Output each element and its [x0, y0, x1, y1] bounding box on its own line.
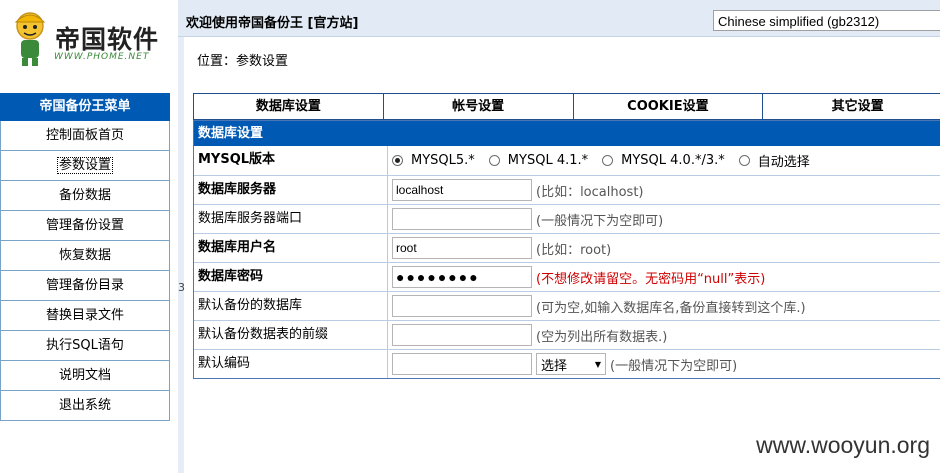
- field-label: 数据库服务器端口: [194, 205, 388, 233]
- top-bar: 欢迎使用帝国备份王 [官方站] Chinese simplified (gb23…: [178, 0, 940, 37]
- frame-divider: [178, 0, 184, 473]
- logo: 帝国软件 WWW.PHOME.NET: [0, 0, 178, 92]
- settings-row-default-db: 默认备份的数据库 (可为空,如输入数据库名,备份直接转到这个库.): [194, 291, 940, 320]
- sidebar-item-label: 参数设置: [56, 157, 113, 174]
- settings-row-table-prefix: 默认备份数据表的前缀 (空为列出所有数据表.): [194, 320, 940, 349]
- brand-name: 帝国软件: [55, 25, 160, 54]
- db-host-input[interactable]: localhost: [392, 179, 532, 201]
- settings-row-db-port: 数据库服务器端口 (一般情况下为空即可): [194, 204, 940, 233]
- sidebar-menu-title: 帝国备份王菜单: [0, 93, 170, 121]
- sidebar-item-label: 说明文档: [58, 368, 111, 383]
- sidebar-item-logout[interactable]: 退出系统: [0, 391, 170, 421]
- field-label: 默认编码: [194, 350, 388, 378]
- field-label: 数据库服务器: [194, 176, 388, 204]
- field-hint: (比如：root): [536, 242, 612, 258]
- sidebar-item-label: 管理备份目录: [45, 278, 124, 293]
- sidebar-item-label: 控制面板首页: [45, 128, 124, 143]
- radio-label: MYSQL 4.0.*/3.*: [621, 153, 725, 168]
- breadcrumb: 位置：参数设置: [197, 54, 289, 69]
- sidebar-item-docs[interactable]: 说明文档: [0, 361, 170, 391]
- field-hint: (一般情况下为空即可): [610, 358, 738, 374]
- field-label: 默认备份数据表的前缀: [194, 321, 388, 349]
- mascot-logo-icon: [14, 12, 46, 66]
- db-password-input[interactable]: ●●●●●●●●: [392, 266, 532, 288]
- field-label: MYSQL版本: [194, 146, 388, 175]
- stray-text: 3: [178, 281, 185, 294]
- field-hint: (比如：localhost): [536, 184, 644, 200]
- chevron-down-icon: ▼: [594, 359, 601, 369]
- radio-mysql40[interactable]: MYSQL 4.0.*/3.*: [602, 153, 725, 168]
- charset-input[interactable]: [392, 353, 532, 375]
- sidebar-item-backup-data[interactable]: 备份数据: [0, 181, 170, 211]
- charset-select[interactable]: 选择 ▼: [536, 353, 606, 375]
- radio-label: MYSQL 4.1.*: [507, 153, 589, 168]
- tab-cookie[interactable]: COOKIE设置: [573, 94, 764, 119]
- db-user-input[interactable]: root: [392, 237, 532, 259]
- sidebar-menu: 帝国备份王菜单 控制面板首页 参数设置 备份数据 管理备份设置 恢复数据 管理备…: [0, 93, 170, 421]
- sidebar-item-restore-data[interactable]: 恢复数据: [0, 241, 170, 271]
- sidebar-item-label: 替换目录文件: [45, 308, 124, 323]
- language-select[interactable]: Chinese simplified (gb2312): [713, 10, 940, 31]
- field-hint: (可为空,如输入数据库名,备份直接转到这个库.): [536, 300, 806, 316]
- radio-mysql41[interactable]: MYSQL 4.1.*: [488, 153, 589, 168]
- tab-account[interactable]: 帐号设置: [383, 94, 574, 119]
- settings-row-mysql-version: MYSQL版本 MYSQL5.* MYSQL 4.1.* MYSQL 4.0.*…: [194, 146, 940, 175]
- sidebar-item-label: 退出系统: [58, 398, 111, 413]
- sidebar-item-label: 恢复数据: [58, 248, 111, 263]
- tab-other[interactable]: 其它设置: [763, 94, 940, 119]
- sidebar-item-manage-backup-settings[interactable]: 管理备份设置: [0, 211, 170, 241]
- brand-site: WWW.PHOME.NET: [54, 52, 150, 62]
- sidebar-item-label: 备份数据: [58, 188, 111, 203]
- sidebar-item-label: 执行SQL语句: [46, 338, 124, 353]
- sidebar-item-execute-sql[interactable]: 执行SQL语句: [0, 331, 170, 361]
- field-label: 默认备份的数据库: [194, 292, 388, 320]
- field-hint: (不想修改请留空。无密码用“null”表示): [536, 271, 766, 287]
- radio-unchecked-icon: [602, 155, 614, 166]
- settings-row-charset: 默认编码 选择 ▼ (一般情况下为空即可): [194, 349, 940, 378]
- section-title: 数据库设置: [194, 121, 940, 146]
- database-settings-panel: 数据库设置 MYSQL版本 MYSQL5.* MYSQL 4.1.* MYSQL…: [193, 120, 940, 379]
- sidebar-item-manage-backup-dir[interactable]: 管理备份目录: [0, 271, 170, 301]
- watermark: www.wooyun.org: [756, 432, 930, 458]
- radio-mysql5[interactable]: MYSQL5.*: [392, 153, 475, 168]
- sidebar-item-dashboard[interactable]: 控制面板首页: [0, 121, 170, 151]
- radio-label: MYSQL5.*: [411, 153, 475, 168]
- default-db-input[interactable]: [392, 295, 532, 317]
- select-value: 选择: [541, 358, 568, 374]
- radio-unchecked-icon: [488, 155, 500, 166]
- settings-tabs: 数据库设置 帐号设置 COOKIE设置 其它设置: [193, 93, 940, 120]
- sidebar-item-replace-dir-files[interactable]: 替换目录文件: [0, 301, 170, 331]
- settings-row-db-pass: 数据库密码 ●●●●●●●● (不想修改请留空。无密码用“null”表示): [194, 262, 940, 291]
- radio-checked-icon: [392, 155, 403, 166]
- tab-database[interactable]: 数据库设置: [194, 94, 384, 119]
- db-port-input[interactable]: [392, 208, 532, 230]
- settings-row-db-host: 数据库服务器 localhost (比如：localhost): [194, 175, 940, 204]
- field-label: 数据库密码: [194, 263, 388, 291]
- welcome-text[interactable]: 欢迎使用帝国备份王 [官方站]: [186, 12, 358, 31]
- table-prefix-input[interactable]: [392, 324, 532, 346]
- radio-unchecked-icon: [738, 155, 750, 166]
- radio-label: 自动选择: [757, 155, 810, 170]
- field-hint: (空为列出所有数据表.): [536, 329, 668, 345]
- radio-auto[interactable]: 自动选择: [738, 151, 810, 170]
- sidebar-item-label: 管理备份设置: [45, 218, 124, 233]
- settings-row-db-user: 数据库用户名 root (比如：root): [194, 233, 940, 262]
- sidebar-item-settings[interactable]: 参数设置: [0, 151, 170, 181]
- field-hint: (一般情况下为空即可): [536, 213, 664, 229]
- field-label: 数据库用户名: [194, 234, 388, 262]
